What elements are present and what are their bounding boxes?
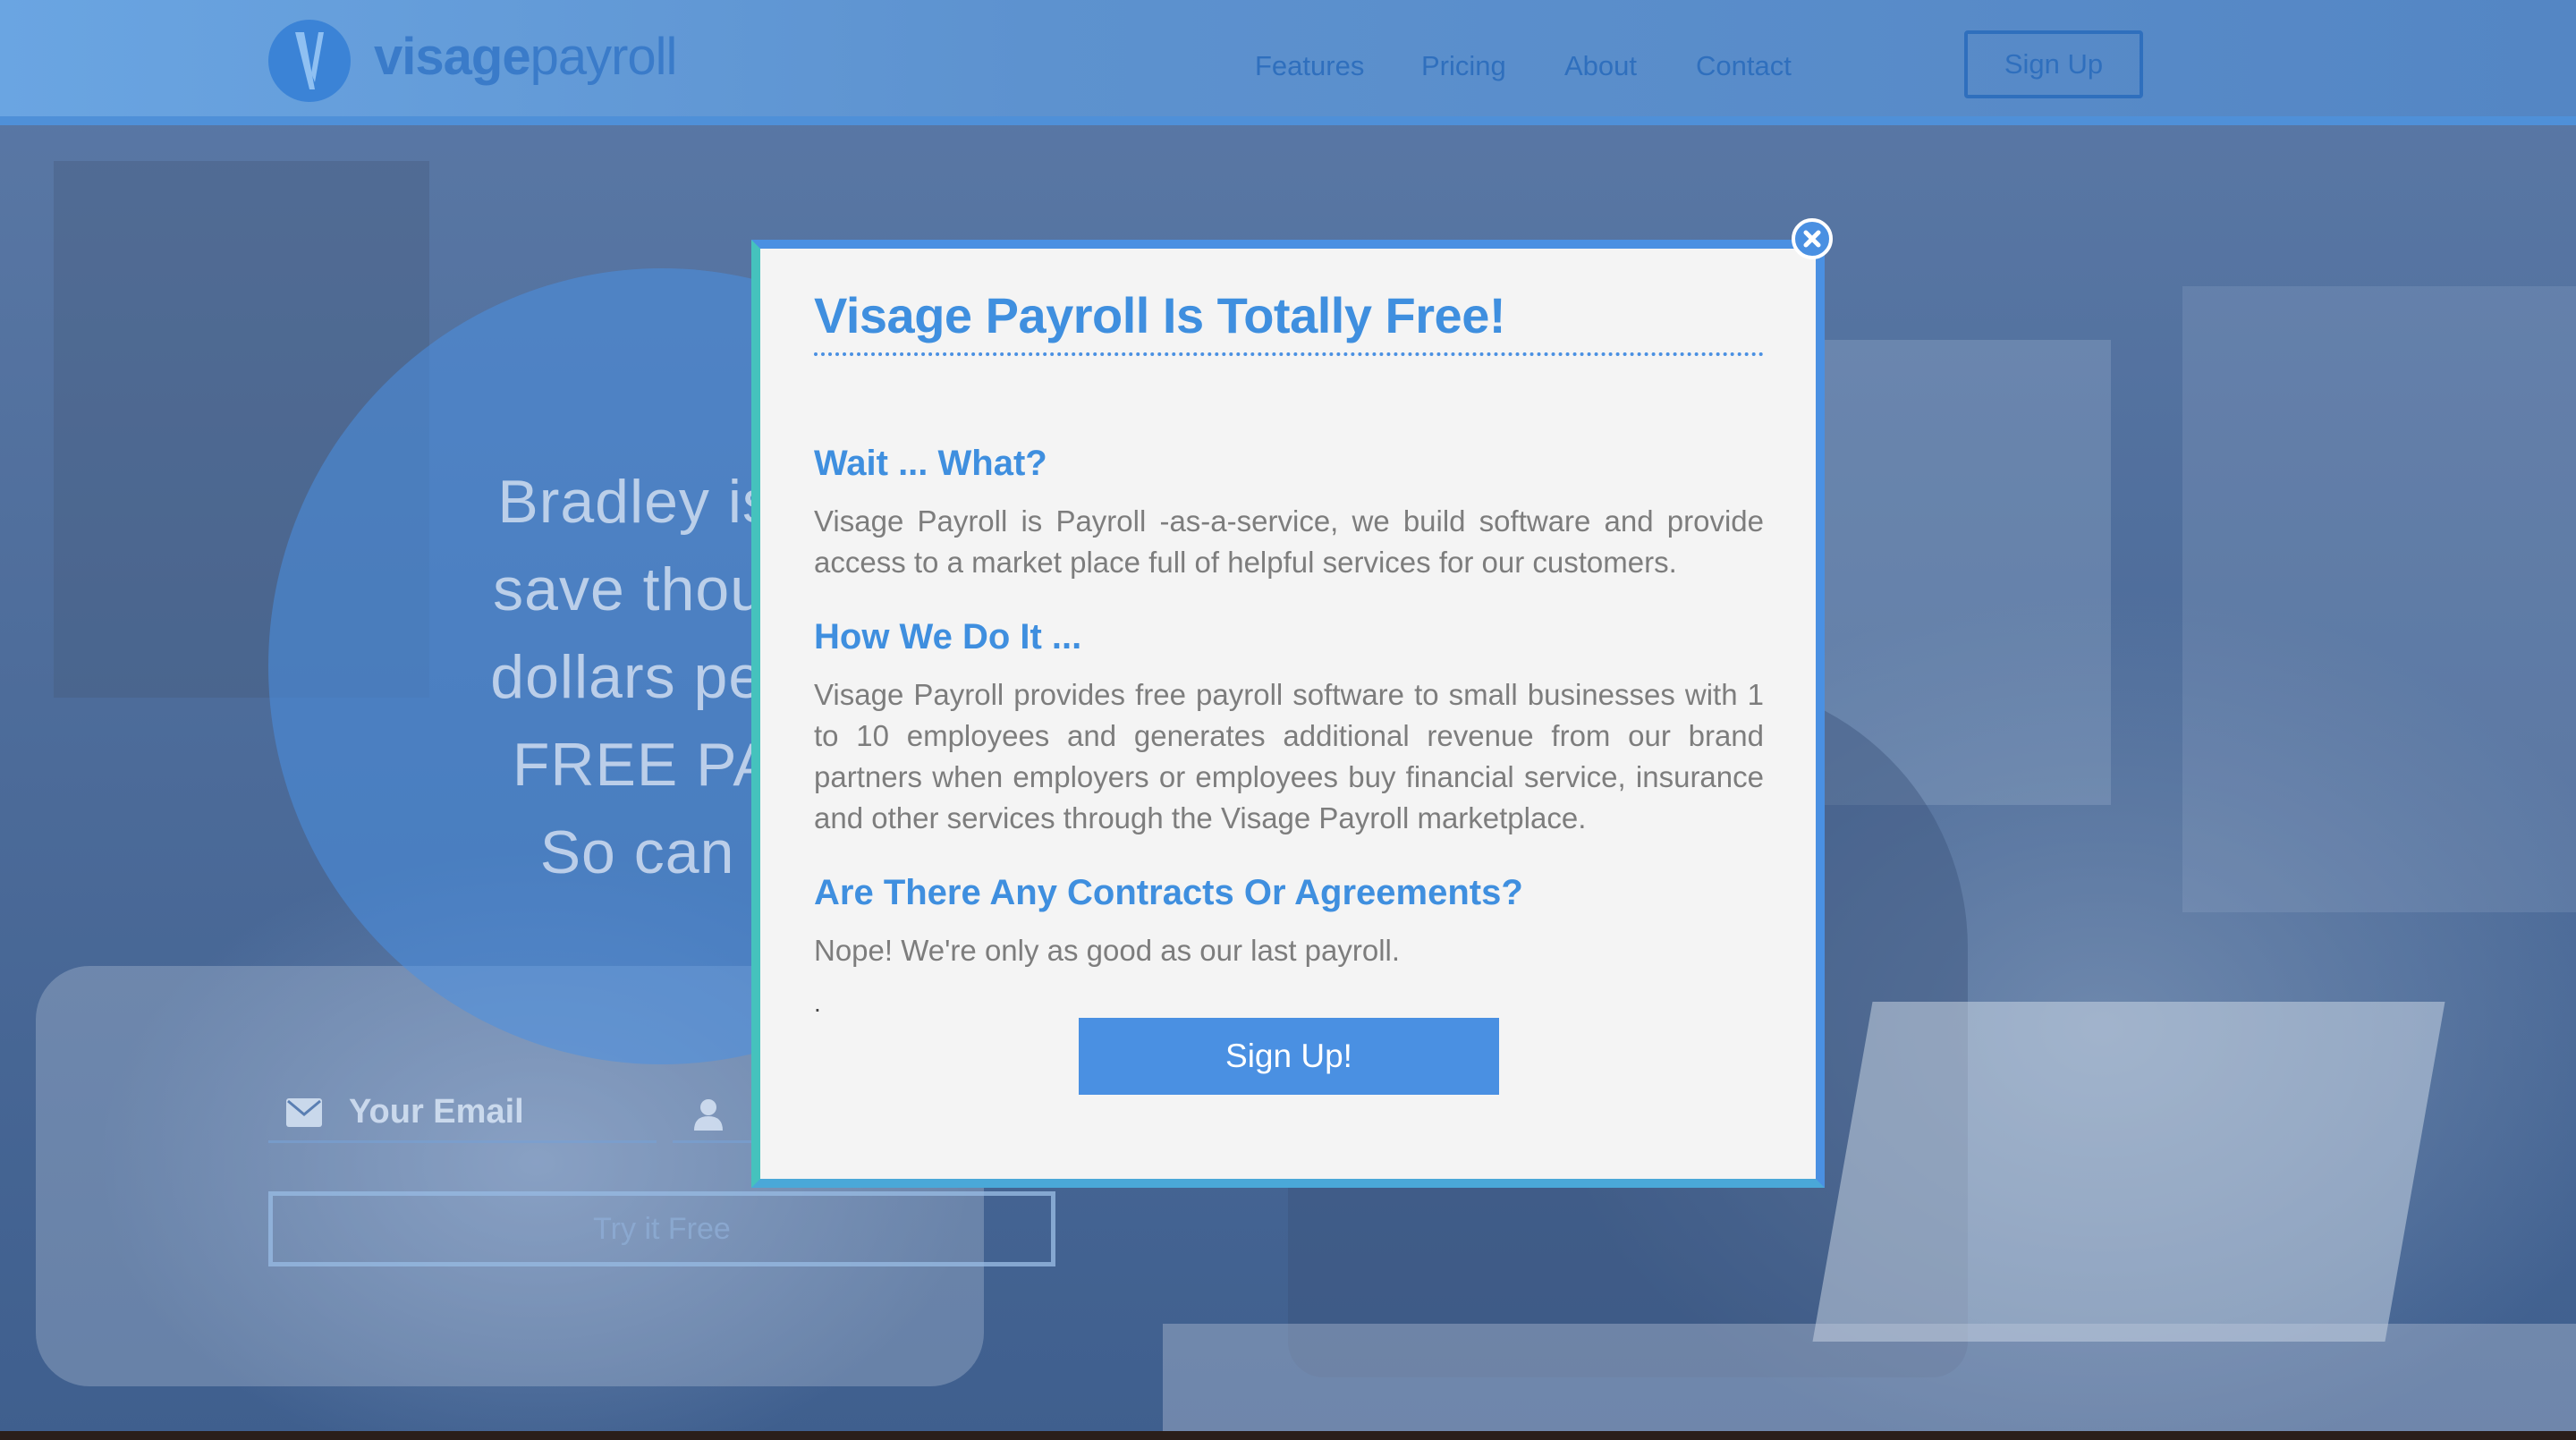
modal-paragraph-contracts: Nope! We're only as good as our last pay…	[814, 934, 1401, 967]
nav-link-contact[interactable]: Contact	[1696, 50, 1792, 82]
modal-heading-how-we-do-it: How We Do It ...	[814, 617, 1082, 656]
top-nav: visagepayroll Features Pricing About Con…	[0, 0, 2576, 125]
background-shelf	[1825, 340, 2111, 805]
nav-link-about[interactable]: About	[1564, 50, 1637, 82]
modal-signup-button[interactable]: Sign Up!	[1079, 1018, 1499, 1095]
email-placeholder: Your Email	[349, 1093, 524, 1131]
nav-signup-button[interactable]: Sign Up	[1964, 30, 2143, 98]
close-icon[interactable]	[1792, 218, 1833, 259]
user-icon	[691, 1098, 726, 1131]
bottom-strip	[0, 1431, 2576, 1440]
envelope-icon	[286, 1098, 322, 1127]
email-field[interactable]: Your Email	[268, 1082, 657, 1143]
try-it-free-button[interactable]: Try it Free	[268, 1191, 1055, 1266]
modal-heading-wait-what: Wait ... What?	[814, 444, 1047, 483]
modal-title-divider	[814, 352, 1764, 356]
background-shelf-right	[2182, 286, 2576, 912]
free-payroll-modal: Visage Payroll Is Totally Free! Wait ...…	[751, 240, 1825, 1188]
nav-link-pricing[interactable]: Pricing	[1421, 50, 1506, 82]
logo-text-light: payroll	[530, 28, 678, 86]
background-laptop	[1812, 1002, 2445, 1342]
logo-text[interactable]: visagepayroll	[374, 27, 678, 87]
name-field[interactable]: Y	[673, 1082, 775, 1143]
modal-paragraph-how-we-do-it: Visage Payroll provides free payroll sof…	[814, 678, 1764, 834]
modal-title: Visage Payroll Is Totally Free!	[814, 287, 1505, 343]
modal-dot: .	[814, 989, 821, 1017]
modal-heading-contracts: Are There Any Contracts Or Agreements?	[814, 873, 1523, 912]
logo-text-bold: visage	[374, 28, 531, 86]
modal-paragraph-wait-what: Visage Payroll is Payroll -as-a-service,…	[814, 504, 1764, 579]
nav-link-features[interactable]: Features	[1255, 50, 1364, 82]
visage-logo-icon[interactable]	[268, 20, 351, 102]
background-desk	[1163, 1324, 2576, 1440]
